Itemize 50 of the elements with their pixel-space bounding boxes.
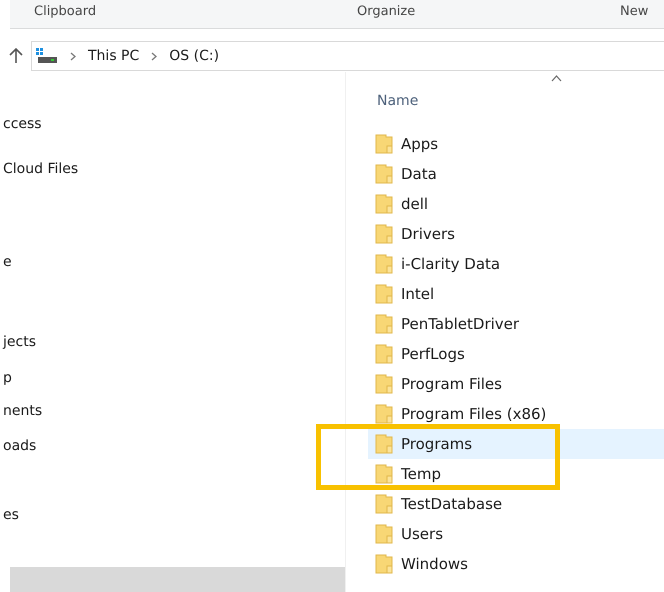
file-row[interactable]: PerfLogs: [368, 339, 664, 369]
folder-icon: [375, 284, 393, 304]
nav-item[interactable]: e: [0, 253, 12, 271]
folder-icon: [375, 374, 393, 394]
folder-icon: [375, 194, 393, 214]
folder-icon: [375, 224, 393, 244]
file-row[interactable]: PenTabletDriver: [368, 309, 664, 339]
nav-item[interactable]: Cloud Files: [0, 160, 78, 178]
nav-item[interactable]: ccess: [0, 115, 42, 133]
folder-icon: [375, 254, 393, 274]
nav-item[interactable]: nents: [0, 402, 42, 420]
file-row[interactable]: dell: [368, 189, 664, 219]
ribbon-group-label: Clipboard: [34, 5, 96, 19]
chevron-icon: [151, 52, 158, 60]
folder-icon: [375, 554, 393, 574]
file-row[interactable]: Program Files (x86): [368, 399, 664, 429]
drive-icon: [36, 48, 58, 64]
ribbon-group-label: New: [620, 5, 648, 19]
breadcrumb[interactable]: OS (C:): [169, 48, 220, 64]
ribbon-group-label: Organize: [357, 5, 416, 19]
file-row[interactable]: i-Clarity Data: [368, 249, 664, 279]
folder-icon: [375, 164, 393, 184]
breadcrumb[interactable]: This PC: [88, 48, 140, 64]
file-row[interactable]: Apps: [368, 129, 664, 159]
up-arrow-icon[interactable]: [9, 48, 23, 64]
folder-icon: [375, 404, 393, 424]
file-row[interactable]: Program Files: [368, 369, 664, 399]
folder-icon: [375, 434, 393, 454]
file-row[interactable]: Drivers: [368, 219, 664, 249]
folder-icon: [375, 524, 393, 544]
chevron-icon: [70, 52, 76, 60]
nav-item[interactable]: jects: [0, 333, 36, 351]
folder-icon: [375, 494, 393, 514]
file-row[interactable]: Data: [368, 159, 664, 189]
nav-item[interactable]: es: [0, 506, 19, 524]
file-row[interactable]: Users: [368, 519, 664, 549]
file-row[interactable]: Programs: [368, 429, 664, 459]
folder-icon: [375, 464, 393, 484]
nav-item[interactable]: oads: [0, 437, 36, 455]
address-bar[interactable]: This PC OS (C:): [31, 41, 664, 71]
nav-item[interactable]: p: [0, 369, 12, 387]
column-header[interactable]: Name: [377, 93, 418, 109]
folder-icon: [375, 314, 393, 334]
sort-caret-icon: [551, 75, 562, 82]
file-row[interactable]: TestDatabase: [368, 489, 664, 519]
file-row[interactable]: Windows: [368, 549, 664, 579]
folder-icon: [375, 134, 393, 154]
file-row[interactable]: Intel: [368, 279, 664, 309]
folder-icon: [375, 344, 393, 364]
file-row[interactable]: Temp: [368, 459, 664, 489]
